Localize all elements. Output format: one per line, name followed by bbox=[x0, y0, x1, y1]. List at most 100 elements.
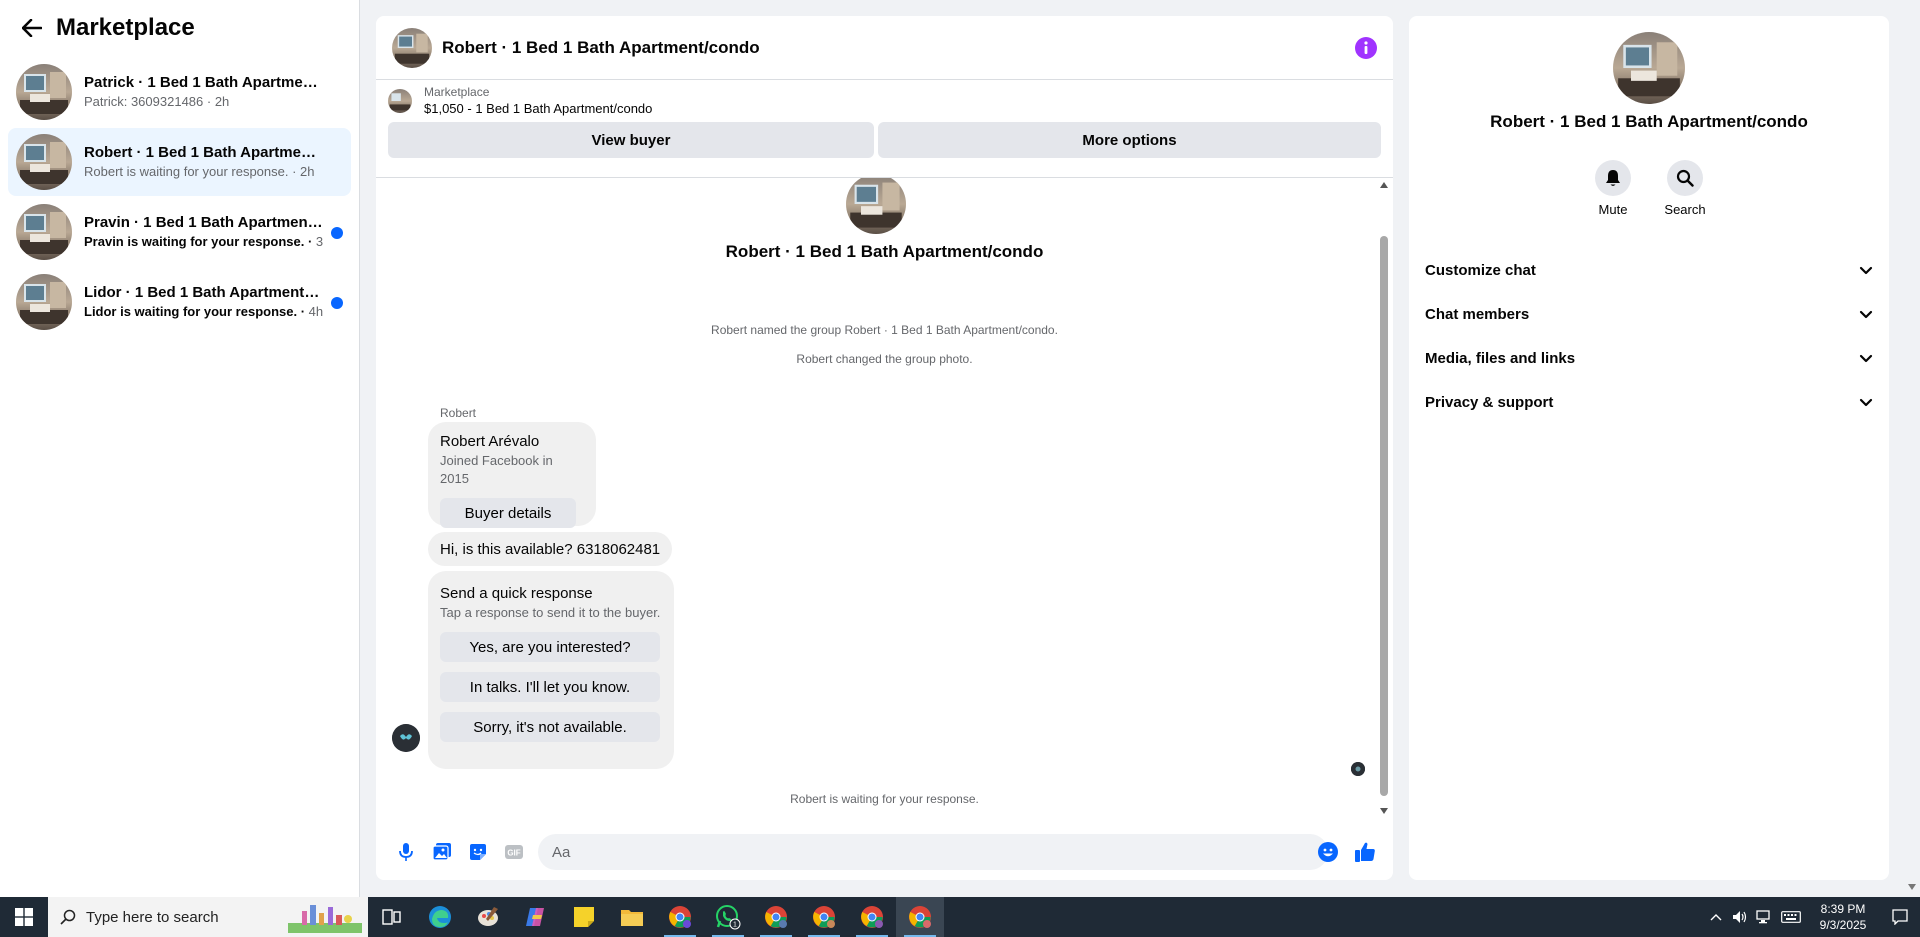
taskbar-search-placeholder: Type here to search bbox=[86, 908, 219, 926]
conversation-preview: Pravin is waiting for your response. · 3… bbox=[84, 234, 323, 249]
chrome-profile-3-icon[interactable] bbox=[800, 897, 848, 937]
chrome-profile-5-icon[interactable] bbox=[896, 897, 944, 937]
quick-response-yes[interactable]: Yes, are you interested? bbox=[440, 632, 660, 662]
conversation-item-patrick[interactable]: Patrick · 1 Bed 1 Bath Apartment/condo P… bbox=[8, 58, 351, 126]
chat-avatar[interactable] bbox=[392, 27, 432, 68]
quick-response-title: Send a quick response bbox=[440, 585, 593, 602]
microphone-icon[interactable] bbox=[388, 834, 424, 870]
buyer-details-button[interactable]: Buyer details bbox=[440, 498, 576, 528]
listing-photo-avatar bbox=[16, 134, 72, 190]
taskbar-clock[interactable]: 8:39 PM 9/3/2025 bbox=[1806, 901, 1880, 933]
gif-icon[interactable]: GIF bbox=[496, 834, 532, 870]
photo-gallery-icon[interactable] bbox=[424, 834, 460, 870]
chrome-profile-4-icon[interactable] bbox=[848, 897, 896, 937]
taskbar-search-box[interactable]: Type here to search bbox=[48, 897, 368, 937]
chrome-profile-2-icon[interactable] bbox=[752, 897, 800, 937]
notification-center-icon[interactable] bbox=[1880, 897, 1920, 937]
task-view-icon[interactable] bbox=[368, 897, 416, 937]
volume-icon[interactable] bbox=[1728, 897, 1752, 937]
emoji-icon[interactable] bbox=[1310, 834, 1346, 870]
thread-scrollbar[interactable] bbox=[1379, 178, 1389, 817]
file-explorer-icon[interactable] bbox=[608, 897, 656, 937]
quick-response-in-talks[interactable]: In talks. I'll let you know. bbox=[440, 672, 660, 702]
system-message: Robert changed the group photo. bbox=[796, 352, 973, 366]
edge-browser-icon[interactable] bbox=[416, 897, 464, 937]
mute-button[interactable]: Mute bbox=[1595, 160, 1631, 217]
listing-summary[interactable]: Marketplace $1,050 - 1 Bed 1 Bath Apartm… bbox=[376, 80, 1393, 122]
search-highlight-illustration-icon[interactable] bbox=[288, 901, 362, 933]
more-options-button[interactable]: More options bbox=[878, 122, 1381, 158]
chevron-down-icon bbox=[1859, 266, 1873, 274]
svg-text:1: 1 bbox=[733, 922, 737, 929]
details-title: Robert · 1 Bed 1 Bath Apartment/condo bbox=[1490, 112, 1808, 131]
message-input[interactable] bbox=[538, 834, 1328, 870]
bell-icon bbox=[1595, 160, 1631, 196]
listing-thumbnail bbox=[388, 89, 412, 113]
chevron-down-icon bbox=[1859, 398, 1873, 406]
conversation-name: Robert · 1 Bed 1 Bath Apartment/condo bbox=[84, 144, 323, 161]
search-label: Search bbox=[1664, 202, 1706, 217]
group-photo bbox=[846, 178, 906, 234]
sticker-icon[interactable] bbox=[460, 834, 496, 870]
search-icon bbox=[1667, 160, 1703, 196]
paint-app-icon[interactable] bbox=[464, 897, 512, 937]
section-media-files-links[interactable]: Media, files and links bbox=[1425, 336, 1873, 380]
section-customize-chat[interactable]: Customize chat bbox=[1425, 248, 1873, 292]
back-arrow-icon[interactable] bbox=[20, 16, 44, 40]
chat-header: Robert · 1 Bed 1 Bath Apartment/condo bbox=[376, 16, 1393, 80]
listing-photo-avatar bbox=[16, 274, 72, 330]
sidebar-header: Marketplace bbox=[0, 0, 359, 56]
conversation-item-robert[interactable]: Robert · 1 Bed 1 Bath Apartment/condo Ro… bbox=[8, 128, 351, 196]
conversation-details-panel: Robert · 1 Bed 1 Bath Apartment/condo Mu… bbox=[1409, 16, 1889, 880]
conversation-preview: Patrick: 3609321486 · 2h bbox=[84, 94, 230, 109]
chrome-profile-1-icon[interactable] bbox=[656, 897, 704, 937]
conversation-name: Pravin · 1 Bed 1 Bath Apartment/condo bbox=[84, 214, 323, 231]
mute-label: Mute bbox=[1598, 202, 1628, 217]
listing-category: Marketplace bbox=[424, 85, 490, 99]
buyer-profile-card: Robert Arévalo Joined Facebook in 2015 B… bbox=[428, 422, 596, 528]
sender-label: Robert bbox=[440, 406, 477, 420]
scroll-up-arrow-icon[interactable] bbox=[1380, 182, 1388, 188]
listing-photo-avatar bbox=[16, 64, 72, 120]
search-button[interactable]: Search bbox=[1664, 160, 1706, 217]
chevron-down-icon bbox=[1859, 310, 1873, 318]
sidebar-title: Marketplace bbox=[56, 14, 195, 41]
sticky-notes-icon[interactable] bbox=[560, 897, 608, 937]
network-icon[interactable] bbox=[1752, 897, 1776, 937]
chat-title[interactable]: Robert · 1 Bed 1 Bath Apartment/condo bbox=[442, 38, 1355, 58]
quick-response-not-available[interactable]: Sorry, it's not available. bbox=[440, 712, 660, 742]
page-scroll-down-arrow-icon[interactable] bbox=[1908, 884, 1916, 890]
chevron-up-icon[interactable] bbox=[1704, 897, 1728, 937]
conversation-name: Lidor · 1 Bed 1 Bath Apartment/condo bbox=[84, 284, 323, 301]
conversation-item-pravin[interactable]: Pravin · 1 Bed 1 Bath Apartment/condo Pr… bbox=[8, 198, 351, 266]
search-icon bbox=[60, 909, 76, 925]
keyboard-icon[interactable] bbox=[1776, 897, 1806, 937]
scroll-down-arrow-icon[interactable] bbox=[1380, 808, 1388, 814]
details-avatar bbox=[1613, 32, 1685, 104]
conversation-name: Patrick · 1 Bed 1 Bath Apartment/condo bbox=[84, 74, 323, 91]
conversation-item-lidor[interactable]: Lidor · 1 Bed 1 Bath Apartment/condo Lid… bbox=[8, 268, 351, 336]
quick-response-subtitle: Tap a response to send it to the buyer. bbox=[440, 605, 661, 620]
copilot-icon[interactable] bbox=[512, 897, 560, 937]
details-sections: Customize chat Chat members Media, files… bbox=[1425, 248, 1873, 424]
message-bubble: Hi, is this available? 6318062481 bbox=[428, 532, 673, 566]
unread-dot-icon bbox=[331, 227, 343, 239]
chat-panel: Robert · 1 Bed 1 Bath Apartment/condo Ma… bbox=[376, 16, 1393, 880]
whatsapp-icon[interactable]: 1 bbox=[704, 897, 752, 937]
thumbs-up-icon[interactable] bbox=[1347, 834, 1383, 870]
info-icon[interactable] bbox=[1355, 36, 1377, 59]
message-thread: Robert · 1 Bed 1 Bath Apartment/condo Ro… bbox=[376, 177, 1393, 817]
windows-start-icon[interactable] bbox=[0, 897, 48, 937]
unread-dot-icon bbox=[331, 297, 343, 309]
listing-photo-avatar bbox=[16, 204, 72, 260]
section-privacy-support[interactable]: Privacy & support bbox=[1425, 380, 1873, 424]
sender-avatar[interactable] bbox=[392, 724, 420, 752]
view-buyer-button[interactable]: View buyer bbox=[388, 122, 874, 158]
scroll-thumb[interactable] bbox=[1380, 236, 1388, 796]
quick-response-card: Send a quick response Tap a response to … bbox=[428, 571, 674, 769]
section-chat-members[interactable]: Chat members bbox=[1425, 292, 1873, 336]
group-name: Robert · 1 Bed 1 Bath Apartment/condo bbox=[725, 242, 1044, 261]
waiting-status: Robert is waiting for your response. bbox=[790, 792, 979, 806]
conversation-sidebar: Marketplace Patrick · 1 Bed 1 Bath Apart… bbox=[0, 0, 360, 897]
listing-price-title: $1,050 - 1 Bed 1 Bath Apartment/condo bbox=[424, 101, 653, 116]
